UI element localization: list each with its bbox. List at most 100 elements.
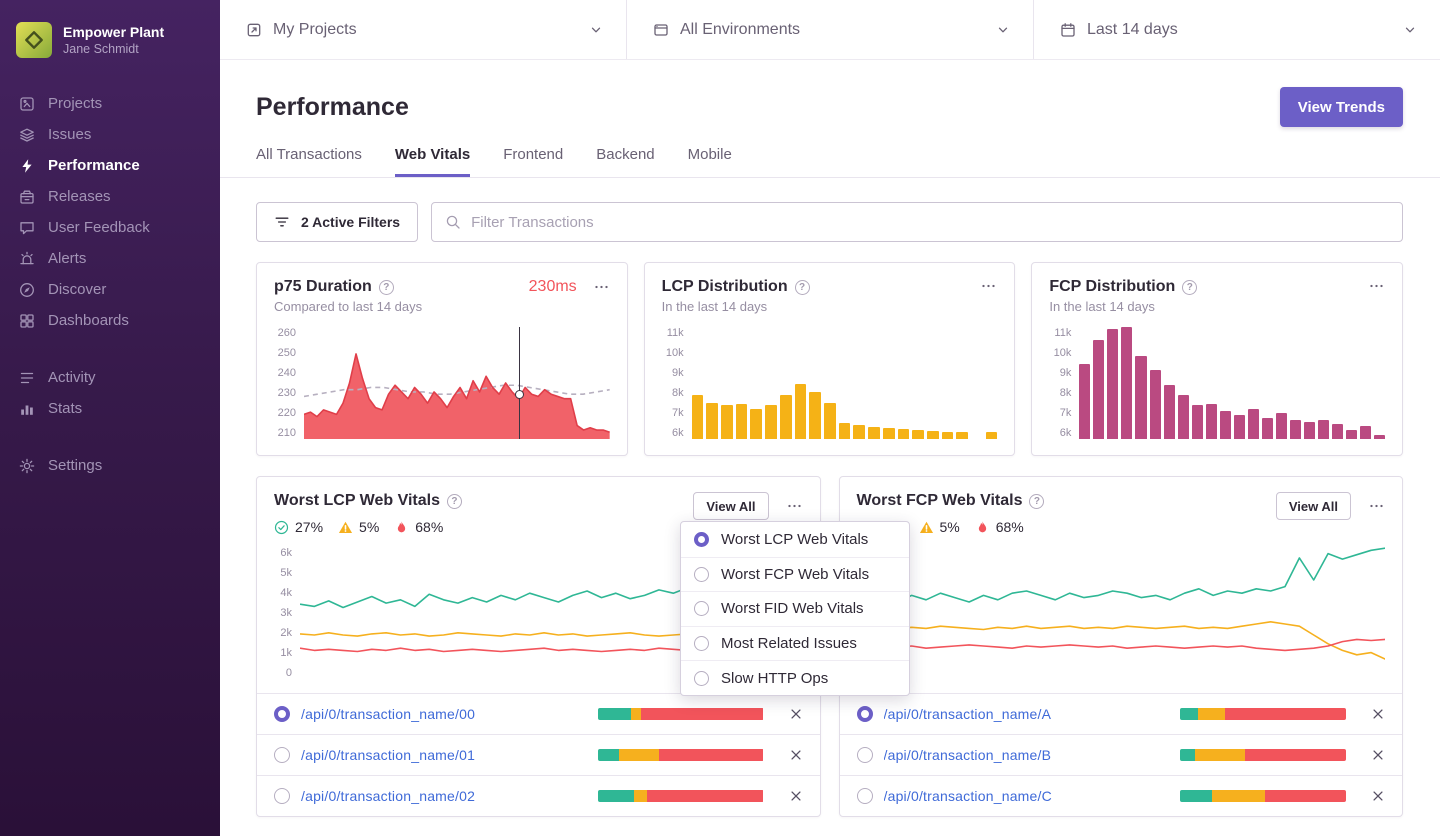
transaction-radio[interactable] bbox=[857, 706, 873, 722]
active-filters-button[interactable]: 2 Active Filters bbox=[256, 202, 418, 242]
transaction-radio[interactable] bbox=[274, 788, 290, 804]
project-filter-label: My Projects bbox=[273, 21, 357, 39]
menu-item-most-related-issues[interactable]: Most Related Issues bbox=[681, 626, 909, 661]
sidebar-item-user-feedback[interactable]: User Feedback bbox=[0, 212, 220, 243]
sidebar-item-projects[interactable]: Projects bbox=[0, 88, 220, 119]
histogram-bar bbox=[1262, 418, 1273, 439]
date-filter-dropdown[interactable]: Last 14 days bbox=[1034, 0, 1440, 59]
menu-item-label: Worst LCP Web Vitals bbox=[721, 531, 868, 548]
help-icon[interactable]: ? bbox=[1182, 280, 1197, 295]
sidebar-item-label: Activity bbox=[48, 369, 96, 386]
menu-item-label: Worst FID Web Vitals bbox=[721, 600, 864, 617]
y-tick-label: 9k bbox=[672, 367, 684, 379]
user-name: Jane Schmidt bbox=[63, 41, 164, 57]
search-input[interactable] bbox=[471, 214, 1389, 231]
tab-frontend[interactable]: Frontend bbox=[503, 146, 563, 177]
y-tick-label: 10k bbox=[666, 347, 684, 359]
menu-item-radio[interactable] bbox=[694, 567, 709, 582]
project-filter-dropdown[interactable]: My Projects bbox=[220, 0, 627, 59]
help-icon[interactable]: ? bbox=[447, 494, 462, 509]
sidebar-item-label: User Feedback bbox=[48, 219, 150, 236]
sidebar-item-settings[interactable]: Settings bbox=[0, 450, 220, 481]
bar-segment bbox=[598, 749, 620, 761]
menu-item-worst-fid-web-vitals[interactable]: Worst FID Web Vitals bbox=[681, 591, 909, 626]
card-menu-icon[interactable] bbox=[593, 279, 610, 295]
close-icon[interactable] bbox=[789, 789, 803, 803]
card-title: Worst FCP Web Vitals bbox=[857, 492, 1023, 510]
worst-fcp-chart bbox=[883, 547, 1386, 679]
histogram-bar bbox=[692, 395, 704, 439]
close-icon[interactable] bbox=[1371, 707, 1385, 721]
menu-item-worst-lcp-web-vitals[interactable]: Worst LCP Web Vitals bbox=[681, 522, 909, 557]
transaction-link[interactable]: /api/0/transaction_name/A bbox=[884, 706, 1170, 722]
close-icon[interactable] bbox=[789, 748, 803, 762]
view-all-button[interactable]: View All bbox=[1276, 492, 1351, 520]
transaction-radio[interactable] bbox=[274, 747, 290, 763]
sidebar-item-activity[interactable]: Activity bbox=[0, 362, 220, 393]
sidebar-item-issues[interactable]: Issues bbox=[0, 119, 220, 150]
sidebar-item-releases[interactable]: Releases bbox=[0, 181, 220, 212]
sidebar-item-alerts[interactable]: Alerts bbox=[0, 243, 220, 274]
releases-icon bbox=[19, 189, 35, 205]
histogram-bar bbox=[1192, 405, 1203, 439]
help-icon[interactable]: ? bbox=[795, 280, 810, 295]
transaction-link[interactable]: /api/0/transaction_name/00 bbox=[301, 706, 587, 722]
sidebar-item-label: Alerts bbox=[48, 250, 86, 267]
y-tick-label: 0 bbox=[286, 667, 292, 679]
view-trends-button[interactable]: View Trends bbox=[1280, 87, 1403, 127]
transaction-link[interactable]: /api/0/transaction_name/B bbox=[884, 747, 1170, 763]
help-icon[interactable]: ? bbox=[379, 280, 394, 295]
org-switcher[interactable]: Empower Plant Jane Schmidt bbox=[0, 14, 220, 66]
view-all-button[interactable]: View All bbox=[693, 492, 768, 520]
histogram-bar bbox=[1304, 422, 1315, 439]
close-icon[interactable] bbox=[789, 707, 803, 721]
sidebar-item-stats[interactable]: Stats bbox=[0, 393, 220, 424]
tab-mobile[interactable]: Mobile bbox=[688, 146, 732, 177]
y-tick-label: 8k bbox=[672, 387, 684, 399]
menu-item-radio[interactable] bbox=[694, 636, 709, 651]
transaction-link[interactable]: /api/0/transaction_name/C bbox=[884, 788, 1170, 804]
card-menu-icon[interactable] bbox=[1368, 278, 1385, 294]
close-icon[interactable] bbox=[1371, 748, 1385, 762]
histogram-bar bbox=[1290, 420, 1301, 439]
environment-filter-dropdown[interactable]: All Environments bbox=[627, 0, 1034, 59]
transaction-radio[interactable] bbox=[274, 706, 290, 722]
y-tick-label: 7k bbox=[1060, 407, 1072, 419]
y-tick-label: 1k bbox=[280, 647, 292, 659]
sidebar-item-label: Issues bbox=[48, 126, 91, 143]
y-axis: 11k10k9k8k7k6k bbox=[1049, 327, 1079, 439]
transaction-radio[interactable] bbox=[857, 747, 873, 763]
issues-icon bbox=[19, 127, 35, 143]
sidebar-item-performance[interactable]: Performance bbox=[0, 150, 220, 181]
transaction-link[interactable]: /api/0/transaction_name/02 bbox=[301, 788, 587, 804]
sidebar-item-label: Projects bbox=[48, 95, 102, 112]
transaction-link[interactable]: /api/0/transaction_name/01 bbox=[301, 747, 587, 763]
sidebar-item-dashboards[interactable]: Dashboards bbox=[0, 305, 220, 336]
card-menu-icon[interactable] bbox=[980, 278, 997, 294]
menu-item-radio[interactable] bbox=[694, 601, 709, 616]
card-menu-icon[interactable] bbox=[1368, 498, 1385, 514]
menu-item-radio[interactable] bbox=[694, 532, 709, 547]
menu-item-slow-http-ops[interactable]: Slow HTTP Ops bbox=[681, 660, 909, 695]
tab-backend[interactable]: Backend bbox=[596, 146, 654, 177]
vitals-distribution-bar bbox=[598, 790, 764, 802]
y-tick-label: 210 bbox=[278, 427, 296, 439]
sidebar-nav-secondary: Activity Stats bbox=[0, 362, 220, 424]
filter-row: 2 Active Filters bbox=[220, 178, 1440, 242]
vitals-badge-value: 5% bbox=[940, 519, 960, 535]
tab-all-transactions[interactable]: All Transactions bbox=[256, 146, 362, 177]
transaction-radio[interactable] bbox=[857, 788, 873, 804]
sidebar-item-discover[interactable]: Discover bbox=[0, 274, 220, 305]
menu-item-radio[interactable] bbox=[694, 671, 709, 686]
histogram-bar bbox=[809, 392, 821, 439]
menu-item-worst-fcp-web-vitals[interactable]: Worst FCP Web Vitals bbox=[681, 557, 909, 592]
fcp-distribution-chart bbox=[1079, 327, 1385, 439]
histogram-bar bbox=[1318, 420, 1329, 439]
tab-web-vitals[interactable]: Web Vitals bbox=[395, 146, 470, 177]
close-icon[interactable] bbox=[1371, 789, 1385, 803]
help-icon[interactable]: ? bbox=[1029, 494, 1044, 509]
calendar-icon bbox=[1060, 22, 1076, 38]
histogram-bar bbox=[706, 403, 718, 439]
vitals-badge: 68% bbox=[394, 519, 443, 535]
card-menu-icon[interactable] bbox=[786, 498, 803, 514]
